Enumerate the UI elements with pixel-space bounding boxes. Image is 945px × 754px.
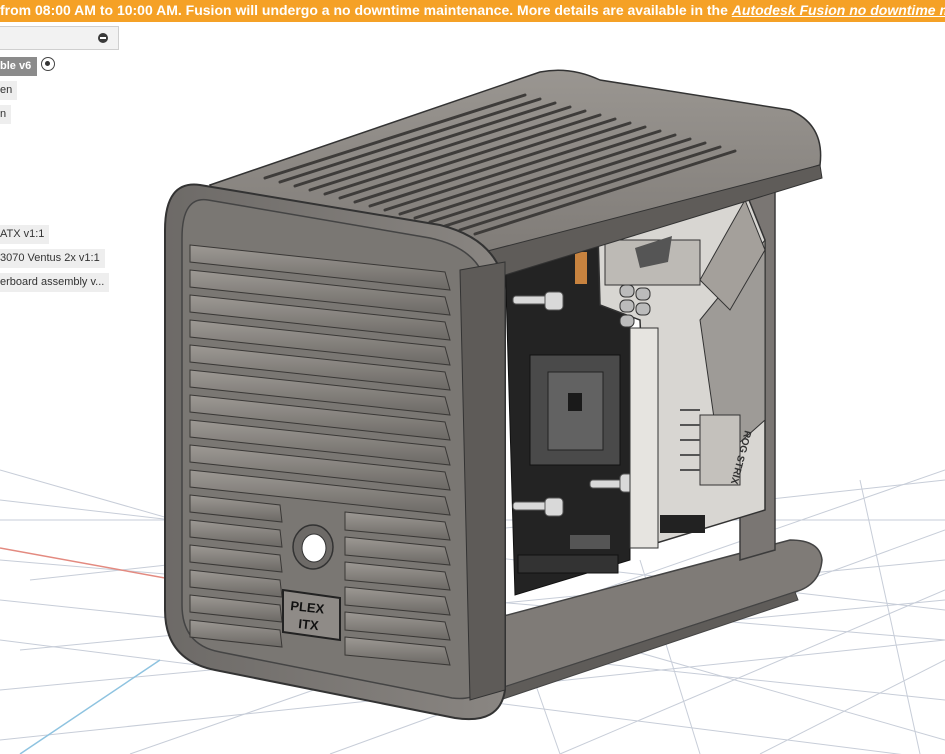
- active-version-label[interactable]: ble v6: [0, 57, 38, 76]
- browser-panel-header[interactable]: [0, 26, 119, 50]
- banner-link[interactable]: Autodesk Fusion no downtime maintenance: [732, 2, 945, 18]
- 3d-viewport[interactable]: ROG STRIX PLEX ITX: [0, 22, 945, 754]
- browser-item-4[interactable]: 3070 Ventus 2x v1:1: [0, 249, 105, 268]
- collapse-icon[interactable]: [98, 33, 108, 43]
- browser-item-3[interactable]: ATX v1:1: [0, 225, 50, 244]
- browser-item-5[interactable]: erboard assembly v...: [0, 273, 110, 292]
- plex-itx-badge: PLEX ITX: [282, 588, 341, 642]
- browser-item-2[interactable]: n: [0, 105, 12, 124]
- z-axis-line: [19, 659, 161, 754]
- activate-radio-icon[interactable]: [41, 57, 55, 71]
- banner-message: from 08:00 AM to 10:00 AM. Fusion will u…: [0, 2, 732, 18]
- badge-text-itx: ITX: [298, 616, 320, 633]
- maintenance-banner: from 08:00 AM to 10:00 AM. Fusion will u…: [0, 0, 945, 22]
- front-power-port: [292, 524, 334, 570]
- browser-item-1[interactable]: en: [0, 81, 18, 100]
